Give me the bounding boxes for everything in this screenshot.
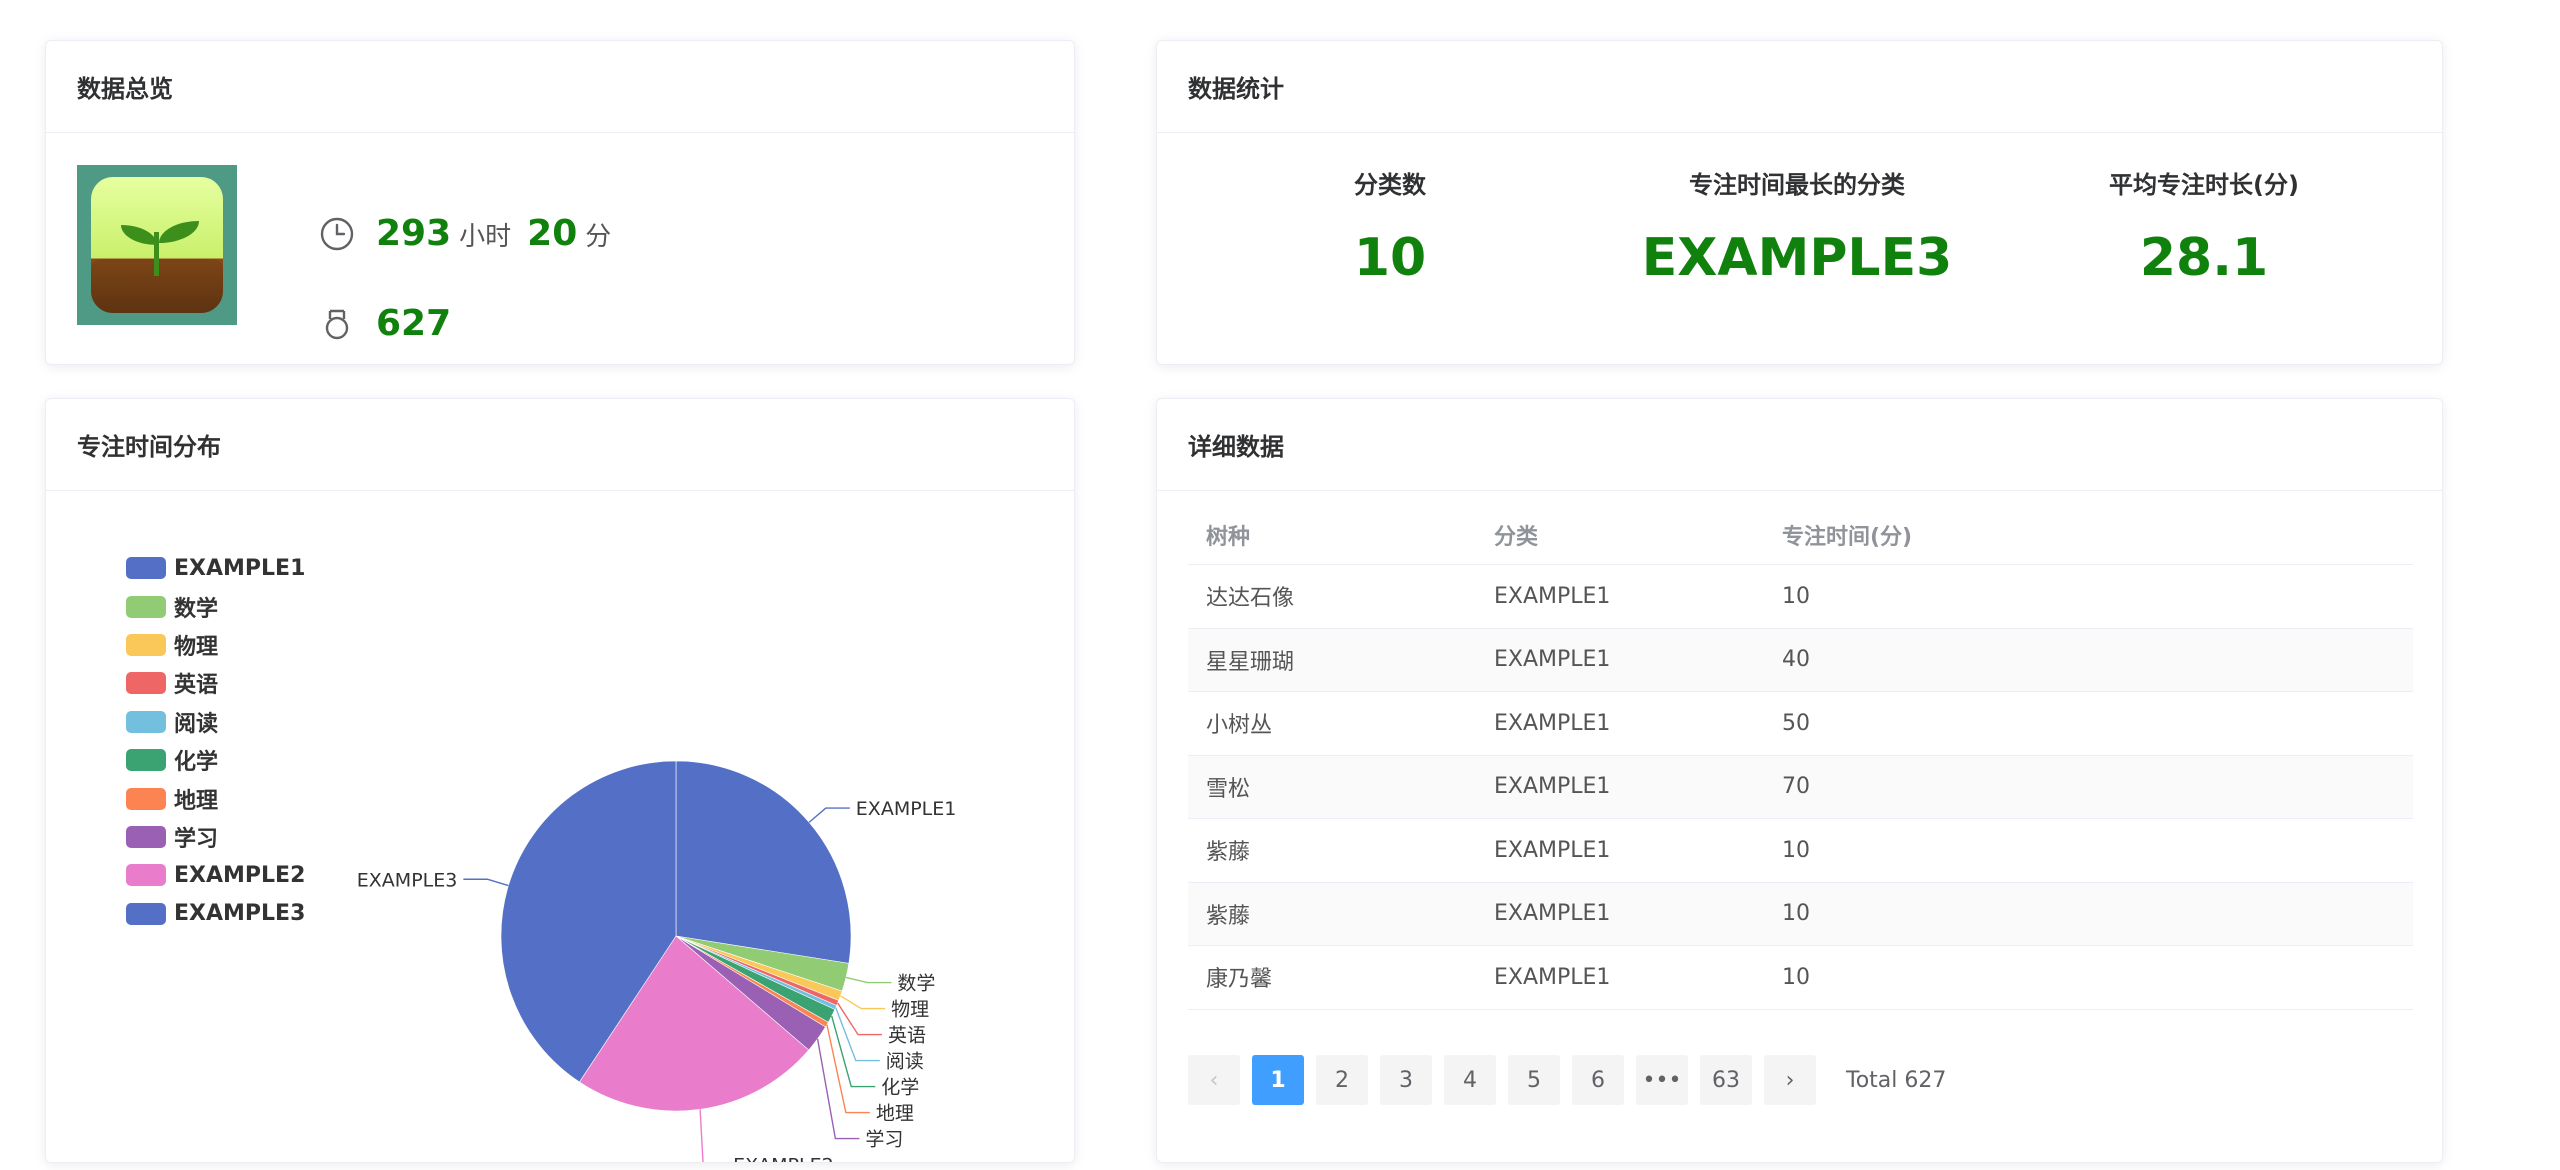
total-time-row: 293 小时 20 分 (320, 213, 627, 254)
table-cell: 星星珊瑚 (1206, 649, 1295, 675)
stats-card: 数据统计 分类数 10 专注时间最长的分类 EXAMPLE3 平均专注时长(分)… (1156, 40, 2443, 365)
pie-slice-label: 化学 (881, 1077, 919, 1099)
table-cell: 10 (1782, 837, 1810, 863)
pie-slice-label: EXAMPLE3 (357, 869, 458, 891)
column-header[interactable]: 专注时间(分) (1764, 519, 2413, 551)
more-pages-button[interactable]: ••• (1636, 1055, 1688, 1105)
pie-label-line (463, 878, 509, 887)
pie-slice-label: 物理 (891, 999, 929, 1021)
detail-card: 详细数据 树种 分类 专注时间(分) 达达石像 EXAMPLE1 10 星星珊瑚… (1156, 398, 2443, 1163)
pie-slice[interactable] (675, 760, 852, 964)
pie-label-line (845, 976, 892, 984)
table-cell: EXAMPLE1 (1494, 647, 1611, 673)
table-row[interactable]: 雪松 EXAMPLE1 70 (1188, 755, 2413, 819)
table-cell: EXAMPLE1 (1494, 964, 1611, 990)
stat-average-duration: 平均专注时长(分) 28.1 (2004, 165, 2404, 288)
page-button[interactable]: 2 (1316, 1055, 1368, 1105)
clock-icon (320, 217, 354, 250)
table-cell: 康乃馨 (1206, 967, 1273, 993)
hours-unit: 小时 (459, 222, 512, 252)
table-cell: EXAMPLE1 (1494, 774, 1611, 800)
table-cell: 10 (1782, 901, 1810, 927)
total-hours: 293 (376, 213, 452, 254)
pie-label-line (808, 807, 850, 823)
pie-chart: EXAMPLE1 数学物理英语阅读化学地理学习 EXAMPLE2 EXAMPLE3 (357, 760, 957, 1163)
distribution-title: 专注时间分布 (46, 399, 1074, 491)
overview-card: 数据总览 293 小时 20 分 627 (45, 40, 1075, 365)
table-row[interactable]: 紫藤 EXAMPLE1 10 (1188, 819, 2413, 883)
pagination: ‹ 1 2 3 4 5 6 ••• 63 › Total 627 (1188, 1055, 1946, 1105)
pie-label-line (699, 1109, 704, 1162)
pie-slice-label: EXAMPLE2 (733, 1155, 834, 1163)
pie-slice-label: 数学 (897, 973, 935, 995)
column-header[interactable]: 树种 (1188, 519, 1476, 551)
pie-slice-label: 阅读 (886, 1051, 924, 1073)
table-row[interactable]: 达达石像 EXAMPLE1 10 (1188, 565, 2413, 629)
distribution-card: 专注时间分布 EXAMPLE1 数学 物理 英语 阅读 化学 地理 学习 EXAMPLE2 EXA… (45, 398, 1075, 1163)
stat-label: 分类数 (1354, 171, 1426, 199)
table-cell: 10 (1782, 583, 1810, 609)
total-count: 627 (376, 303, 452, 344)
prev-page-button[interactable]: ‹ (1188, 1055, 1240, 1105)
app-logo-icon (77, 165, 237, 325)
stat-category-count: 分类数 10 (1190, 165, 1590, 288)
table-cell: EXAMPLE1 (1494, 837, 1611, 863)
table-cell: 70 (1782, 774, 1810, 800)
table-cell: 40 (1782, 647, 1810, 673)
table-cell: EXAMPLE1 (1494, 583, 1611, 609)
pie-label-line (826, 1024, 870, 1114)
page-button[interactable]: 6 (1572, 1055, 1624, 1105)
stat-value: 10 (1353, 228, 1427, 288)
table-cell: 小树丛 (1206, 713, 1273, 739)
stat-label: 平均专注时长(分) (2109, 171, 2299, 199)
total-count-label: Total 627 (1846, 1067, 1947, 1093)
page-button[interactable]: 1 (1252, 1055, 1304, 1105)
table-cell: 雪松 (1206, 776, 1251, 802)
table-cell: 紫藤 (1206, 840, 1251, 866)
table-row[interactable]: 康乃馨 EXAMPLE1 10 (1188, 946, 2413, 1010)
pie-slice-label: 学习 (865, 1129, 903, 1151)
page-button[interactable]: 4 (1444, 1055, 1496, 1105)
total-minutes: 20 (527, 213, 578, 254)
overview-title: 数据总览 (46, 41, 1074, 133)
table-header: 树种 分类 专注时间(分) (1188, 505, 2413, 565)
total-count-row: 627 (320, 303, 451, 344)
table-row[interactable]: 星星珊瑚 EXAMPLE1 40 (1188, 628, 2413, 692)
table-cell: 紫藤 (1206, 903, 1251, 929)
table-cell: 10 (1782, 964, 1810, 990)
table-cell: EXAMPLE1 (1494, 901, 1611, 927)
page-button[interactable]: 63 (1700, 1055, 1752, 1105)
stat-longest-category: 专注时间最长的分类 EXAMPLE3 (1597, 165, 1997, 288)
stat-value: EXAMPLE3 (1641, 228, 1953, 288)
detail-table: 树种 分类 专注时间(分) 达达石像 EXAMPLE1 10 星星珊瑚 EXAM… (1188, 505, 2413, 1010)
pie-slice-label: 地理 (876, 1103, 914, 1125)
pie-label-line (840, 995, 886, 1010)
next-page-button[interactable]: › (1764, 1055, 1816, 1105)
stats-title: 数据统计 (1157, 41, 2442, 133)
stat-value: 28.1 (2139, 228, 2269, 288)
table-cell: EXAMPLE1 (1494, 710, 1611, 736)
detail-title: 详细数据 (1157, 399, 2442, 491)
table-row[interactable]: 紫藤 EXAMPLE1 10 (1188, 882, 2413, 946)
table-cell: 达达石像 (1206, 586, 1295, 612)
table-row[interactable]: 小树丛 EXAMPLE1 50 (1188, 692, 2413, 756)
stat-label: 专注时间最长的分类 (1689, 171, 1905, 199)
minutes-unit: 分 (585, 222, 612, 252)
pie-slice-label: EXAMPLE1 (856, 798, 957, 820)
pie-slice-label: 英语 (888, 1025, 926, 1047)
column-header[interactable]: 分类 (1476, 519, 1764, 551)
page-button[interactable]: 5 (1508, 1055, 1560, 1105)
table-cell: 50 (1782, 710, 1810, 736)
medal-icon (325, 309, 349, 339)
page-button[interactable]: 3 (1380, 1055, 1432, 1105)
